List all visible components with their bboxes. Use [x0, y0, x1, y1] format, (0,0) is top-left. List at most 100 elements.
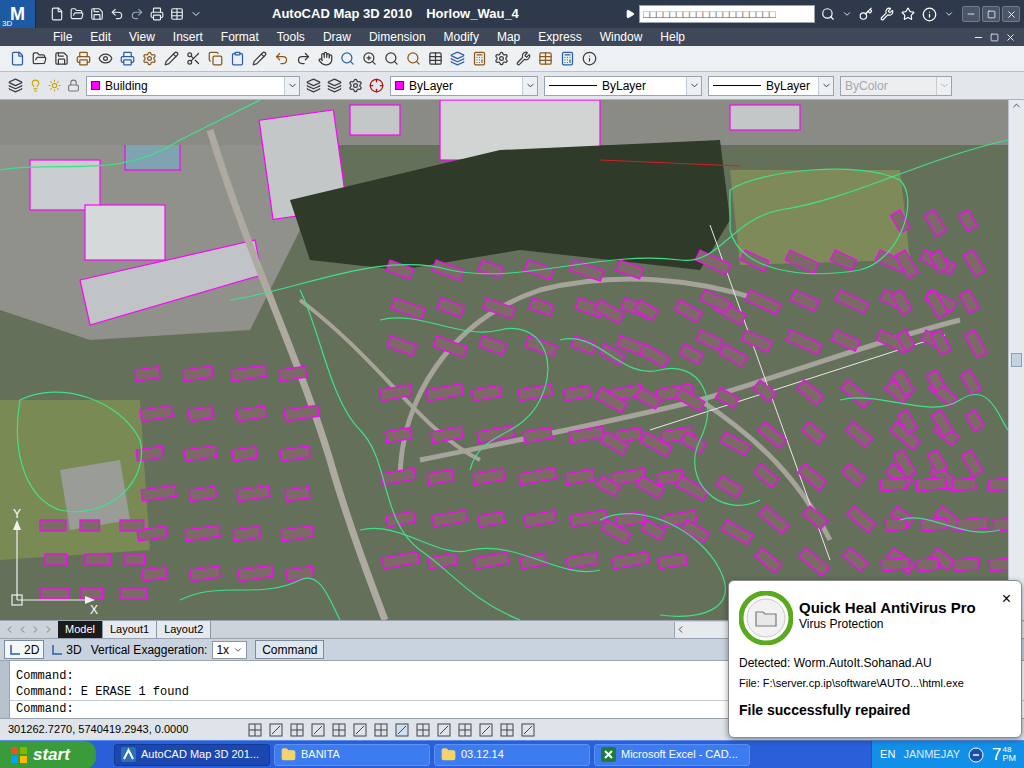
building[interactable]: [797, 380, 824, 405]
building[interactable]: [759, 506, 789, 534]
menu-item[interactable]: Dimension: [360, 28, 435, 46]
toolbar-icon[interactable]: [120, 51, 135, 66]
make-current-icon[interactable]: [306, 78, 321, 93]
building[interactable]: [529, 298, 554, 316]
building[interactable]: [835, 290, 868, 313]
toolbar-icon[interactable]: [406, 51, 421, 66]
first-tab-icon[interactable]: [4, 624, 15, 635]
contour-line[interactable]: [17, 392, 141, 511]
building[interactable]: [380, 385, 412, 401]
map-canvas[interactable]: YX: [0, 100, 1008, 620]
contour-line[interactable]: [180, 578, 340, 620]
building[interactable]: [483, 298, 515, 318]
building[interactable]: [965, 410, 984, 431]
building[interactable]: [120, 520, 144, 531]
restore-button[interactable]: [982, 6, 1000, 22]
drafting-toggle-icon[interactable]: [521, 723, 535, 737]
building[interactable]: [930, 330, 951, 355]
building[interactable]: [478, 512, 505, 527]
building[interactable]: [569, 426, 604, 443]
building[interactable]: [478, 260, 503, 278]
layer-lock-icon[interactable]: [67, 79, 80, 92]
building[interactable]: [721, 432, 751, 455]
menu-item[interactable]: File: [44, 28, 81, 46]
toolbar-icon[interactable]: [186, 51, 201, 66]
building[interactable]: [601, 432, 629, 454]
building[interactable]: [136, 446, 164, 461]
building[interactable]: [41, 588, 69, 599]
building[interactable]: [232, 447, 257, 461]
building[interactable]: [830, 250, 856, 270]
contour-line[interactable]: [360, 528, 600, 571]
building[interactable]: [847, 506, 875, 532]
save-icon[interactable]: [90, 7, 104, 21]
building[interactable]: [432, 510, 467, 527]
toolbar-icon[interactable]: [318, 51, 333, 66]
building[interactable]: [842, 464, 865, 486]
building[interactable]: [989, 557, 1008, 571]
command-button[interactable]: Command: [255, 640, 324, 659]
building[interactable]: [280, 446, 310, 461]
building[interactable]: [658, 553, 687, 569]
building[interactable]: [642, 520, 666, 540]
toolbar-icon[interactable]: [164, 51, 179, 66]
toolbar-icon[interactable]: [230, 51, 245, 66]
toolbar-icon[interactable]: [450, 51, 465, 66]
building[interactable]: [880, 478, 906, 491]
menu-item[interactable]: Insert: [164, 28, 212, 46]
scroll-left-icon[interactable]: [675, 624, 686, 635]
building[interactable]: [896, 330, 915, 351]
building[interactable]: [931, 410, 953, 436]
view-mode-button[interactable]: 2D: [4, 640, 44, 659]
layer-states-icon[interactable]: [348, 78, 363, 93]
taskbar-button[interactable]: Microsoft Excel - CAD...: [594, 744, 750, 766]
workspace-icon[interactable]: [170, 7, 184, 21]
taskbar-button[interactable]: 03.12.14: [434, 744, 590, 766]
building[interactable]: [566, 553, 598, 569]
undo-icon[interactable]: [110, 7, 124, 21]
building[interactable]: [437, 298, 464, 317]
building[interactable]: [284, 405, 319, 421]
building[interactable]: [597, 476, 621, 496]
building[interactable]: [523, 427, 552, 443]
menu-item[interactable]: Map: [488, 28, 529, 46]
building[interactable]: [745, 290, 780, 314]
building[interactable]: [477, 426, 514, 443]
building[interactable]: [81, 588, 103, 599]
drafting-toggle-icon[interactable]: [353, 723, 367, 737]
menu-item[interactable]: Edit: [81, 28, 120, 46]
layer-dropdown[interactable]: Building: [86, 76, 300, 96]
building[interactable]: [474, 552, 509, 569]
building[interactable]: [472, 385, 501, 401]
toolbar-icon[interactable]: [296, 51, 311, 66]
doc-restore-icon[interactable]: [990, 33, 999, 42]
building[interactable]: [895, 250, 918, 278]
building[interactable]: [381, 468, 416, 485]
menu-item[interactable]: Format: [212, 28, 268, 46]
building[interactable]: [637, 476, 665, 498]
start-button[interactable]: start: [0, 741, 96, 768]
help-options-icon[interactable]: [944, 9, 954, 19]
building[interactable]: [45, 554, 67, 565]
building[interactable]: [135, 367, 160, 381]
scroll-up-icon[interactable]: [1011, 100, 1022, 111]
building[interactable]: [519, 468, 556, 485]
menu-item[interactable]: Modify: [435, 28, 488, 46]
building[interactable]: [570, 510, 607, 527]
building[interactable]: [233, 526, 261, 541]
layout-tab[interactable]: Model: [58, 621, 103, 638]
next-tab-icon[interactable]: [30, 624, 41, 635]
lineweight-dropdown[interactable]: ByLayer: [708, 76, 834, 96]
menu-item[interactable]: Window: [591, 28, 652, 46]
building[interactable]: [926, 370, 945, 391]
building[interactable]: [988, 478, 1008, 491]
building[interactable]: [237, 486, 270, 501]
building[interactable]: [722, 520, 753, 545]
building[interactable]: [602, 520, 632, 543]
toolbar-icon[interactable]: [582, 51, 597, 66]
building[interactable]: [189, 486, 217, 501]
building[interactable]: [676, 388, 706, 411]
building[interactable]: [700, 290, 731, 312]
favorites-icon[interactable]: [901, 7, 915, 21]
layer-on-icon[interactable]: [29, 79, 42, 92]
